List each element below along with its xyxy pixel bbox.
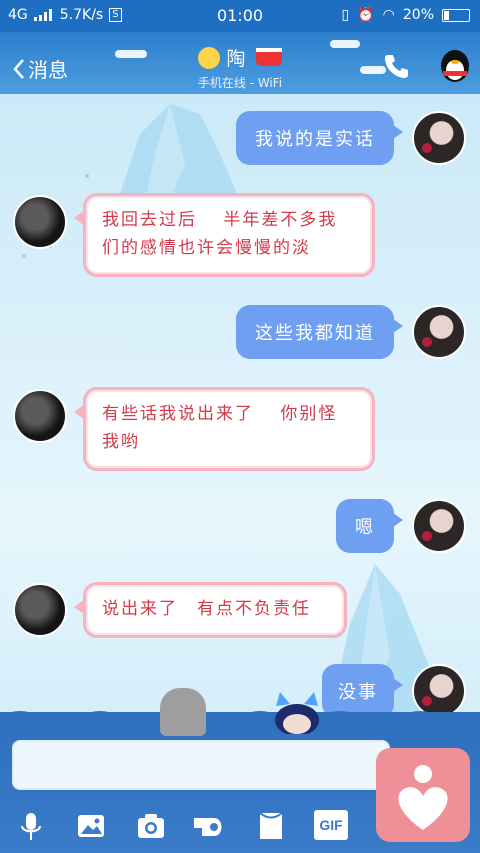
message-bubble-received[interactable]: 有些话我说出来了 你别怪我哟 [74, 387, 375, 471]
camera-icon[interactable] [135, 810, 167, 842]
message-input[interactable] [12, 740, 390, 790]
message-text: 这些我都知道 [255, 323, 375, 344]
chat-header: 消息 陶 手机在线 - WiFi [0, 32, 480, 94]
alarm-icon: ⏰ [357, 7, 375, 23]
message-text: 没事 [338, 682, 378, 703]
my-avatar[interactable] [412, 111, 466, 165]
my-avatar[interactable] [412, 499, 466, 553]
battery-percent: 20% [402, 7, 434, 23]
ship-icon [255, 48, 282, 66]
anime-character-decoration [275, 692, 319, 734]
input-toolbar: GIF [0, 806, 480, 853]
message-bubble-sent[interactable]: 嗯 [336, 499, 403, 553]
smiley-icon [198, 47, 221, 69]
phone-icon[interactable] [382, 52, 410, 80]
chat-area[interactable]: 我说的是实话 我回去过后 半年差不多我们的感情也许会慢慢的淡 这些我都知道 有些… [0, 94, 480, 712]
contact-name: 陶 [226, 48, 246, 70]
microphone-icon[interactable] [15, 810, 47, 842]
message-bubble-sent[interactable]: 我说的是实话 [236, 111, 403, 165]
message-text: 我说的是实话 [255, 129, 375, 150]
message-text: 有些话我说出来了 你别怪我哟 [102, 404, 338, 452]
message-text: 我回去过后 半年差不多我们的感情也许会慢慢的淡 [102, 210, 338, 258]
gif-label: GIF [319, 817, 343, 833]
message-bubble-sent[interactable]: 没事 [322, 664, 403, 712]
contact-avatar[interactable] [13, 583, 67, 637]
sticker-decoration [160, 688, 206, 736]
my-avatar[interactable] [412, 664, 466, 712]
contact-avatar[interactable] [13, 389, 67, 443]
wifi-icon: ◠ [382, 7, 395, 23]
status-bar: 4G 5.7K/s S 01:00 ▯ ⏰ ◠ 20% [0, 0, 480, 32]
my-avatar[interactable] [412, 305, 466, 359]
battery-icon [442, 8, 470, 22]
message-bubble-received[interactable]: 我回去过后 半年差不多我们的感情也许会慢慢的淡 [74, 193, 375, 277]
message-text: 说出来了 有点不负责任 [102, 599, 311, 619]
file-icon[interactable] [255, 810, 287, 842]
qq-penguin-icon[interactable] [438, 46, 472, 84]
wave-decoration [0, 711, 480, 726]
vibrate-icon: ▯ [341, 7, 350, 23]
image-icon[interactable] [75, 810, 107, 842]
message-bubble-sent[interactable]: 这些我都知道 [236, 305, 403, 359]
contact-avatar[interactable] [13, 195, 67, 249]
gif-icon[interactable]: GIF [314, 810, 348, 840]
message-bubble-received[interactable]: 说出来了 有点不负责任 [74, 582, 347, 638]
message-text: 嗯 [355, 517, 375, 538]
red-packet-icon[interactable] [192, 810, 228, 842]
